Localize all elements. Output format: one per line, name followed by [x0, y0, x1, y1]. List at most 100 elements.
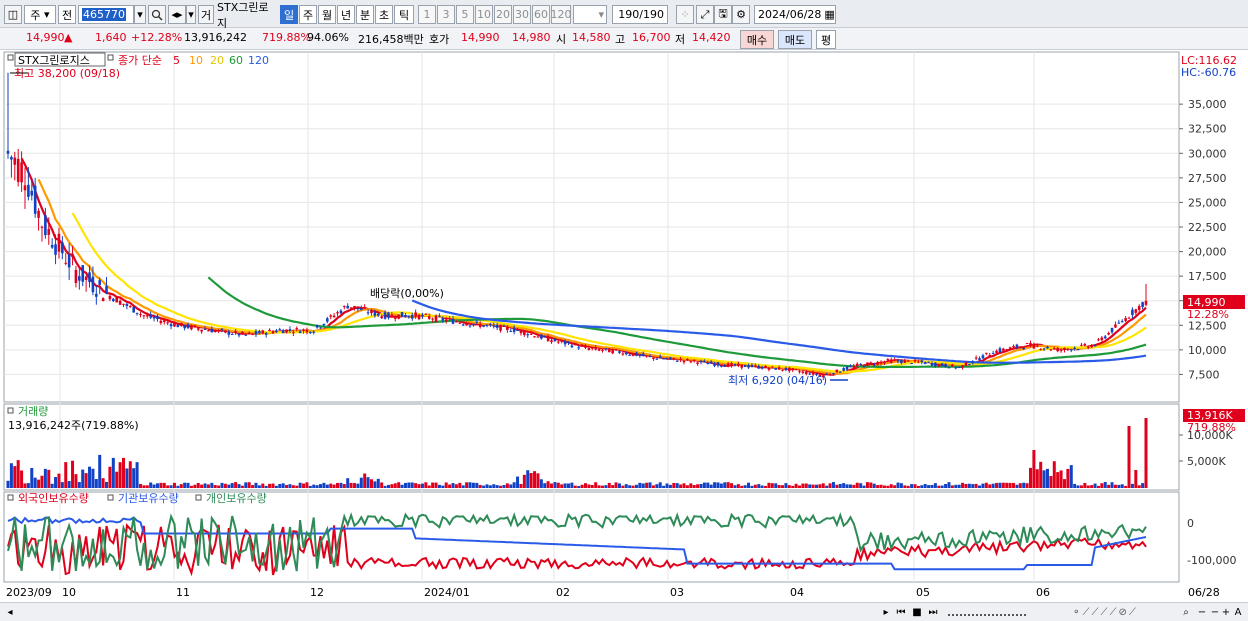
candle-body	[417, 314, 421, 320]
trade-button[interactable]: 거	[198, 5, 214, 24]
volume-bar	[369, 479, 373, 488]
period-day-tab[interactable]: 일	[280, 5, 298, 24]
stock-code-input[interactable]: 465770	[78, 5, 134, 24]
volume-bar	[135, 462, 139, 488]
candle-body	[492, 325, 496, 327]
sell-button[interactable]: 매도	[778, 30, 812, 49]
period-select[interactable]: 주 ▾	[24, 5, 56, 24]
period-minute-tab[interactable]: 분	[356, 5, 374, 24]
draw-tools-icon[interactable]: ⚬⟋⟋⟋⟋⊘⟋	[1030, 605, 1180, 620]
minus-icon[interactable]: −	[1210, 605, 1220, 620]
calendar-icon[interactable]: ▦	[824, 8, 834, 21]
hc-value: HC:-60.76	[1181, 66, 1236, 79]
zoom-slider[interactable]	[948, 608, 1026, 616]
volume-bar	[719, 483, 723, 488]
volume-bar	[468, 482, 472, 488]
volume-bar	[1012, 482, 1016, 488]
candle-body	[923, 361, 927, 364]
stop-icon[interactable]: ■	[910, 605, 924, 620]
volume-bar	[98, 454, 102, 488]
period-year-tab[interactable]: 년	[337, 5, 355, 24]
candle-body	[359, 308, 363, 311]
first-page-icon[interactable]: ⏮	[894, 605, 908, 620]
candle-body	[237, 333, 241, 336]
buy-button[interactable]: 매수	[740, 30, 774, 49]
open-label: 시	[556, 33, 567, 46]
volume-bar	[747, 482, 751, 488]
volume-bar	[553, 482, 557, 488]
interval-120[interactable]: 120	[551, 5, 572, 24]
candle-body	[757, 365, 761, 369]
interval-10[interactable]: 10	[475, 5, 493, 24]
candle-body	[985, 352, 988, 354]
zoom-out-icon[interactable]: −	[1196, 605, 1208, 620]
scroll-right-icon[interactable]: ▸	[880, 605, 892, 620]
volume-bar	[733, 485, 737, 488]
interval-5[interactable]: 5	[456, 5, 474, 24]
volume-bar	[818, 484, 822, 488]
date-input[interactable]: 2024/06/28 ▦	[754, 5, 836, 24]
candle-body	[747, 365, 750, 368]
period-week-tab[interactable]: 주	[299, 5, 317, 24]
candle-body	[1086, 346, 1090, 348]
volume-bar	[268, 483, 272, 488]
period-month-tab[interactable]: 월	[318, 5, 336, 24]
period-tick-tab[interactable]: 틱	[394, 5, 414, 24]
price-tick-label: 10,000	[1188, 344, 1227, 357]
volume-bar	[261, 483, 265, 488]
interval-1[interactable]: 1	[418, 5, 436, 24]
volume-bar	[971, 484, 975, 488]
volume-bar	[471, 482, 475, 488]
volume-bar	[784, 483, 788, 488]
draw-icon[interactable]: ⤢	[696, 5, 714, 24]
compare-icon[interactable]: ⁘	[676, 5, 694, 24]
gear-icon[interactable]: ⚙	[732, 5, 750, 24]
sound-dropdown-icon[interactable]: ▾	[186, 5, 196, 24]
volume-bar	[1035, 469, 1039, 488]
sound-icon[interactable]: ◂▸	[168, 5, 186, 24]
candle-body	[363, 307, 366, 309]
volume-bar	[611, 485, 615, 488]
candle-body	[74, 269, 78, 284]
code-dropdown-icon[interactable]: ▾	[134, 5, 146, 24]
chart-area[interactable]: 35,000 32,500 30,000 27,500 25,000 22,500 20,0…	[0, 51, 1248, 602]
font-size-icon[interactable]: A	[1232, 605, 1244, 620]
candle-body	[1134, 309, 1138, 313]
chart-canvas[interactable]: 35,000 32,500 30,000 27,500 25,000 22,500 20,0…	[0, 51, 1248, 602]
count-input[interactable]: 190/190	[612, 5, 668, 24]
volume-bar	[798, 485, 802, 488]
scroll-left-icon[interactable]: ◂	[4, 605, 16, 620]
volume-bar	[753, 484, 757, 488]
volume-bar	[376, 478, 380, 488]
candle-body	[971, 362, 975, 364]
interval-30[interactable]: 30	[513, 5, 531, 24]
volume-bar	[597, 485, 601, 488]
volume-bar	[1141, 483, 1145, 488]
chart-window-icon[interactable]: ◫	[4, 5, 22, 24]
volume-bar	[499, 485, 503, 488]
candle-body	[427, 316, 431, 319]
volume-bar	[740, 485, 744, 488]
interval-3[interactable]: 3	[437, 5, 455, 24]
interval-custom-select[interactable]: ▾	[573, 5, 607, 24]
volume-bar	[998, 482, 1002, 488]
period-second-tab[interactable]: 초	[375, 5, 393, 24]
candle-body	[740, 364, 744, 368]
volume-bar	[1001, 482, 1005, 488]
evaluate-button[interactable]: 평	[816, 30, 836, 49]
holder-tick-minus-100000: -100,000	[1187, 554, 1236, 567]
last-page-icon[interactable]: ⏭	[926, 605, 940, 620]
volume-bar	[210, 482, 214, 488]
search-icon[interactable]	[148, 5, 166, 24]
zoom-icon[interactable]: ⌕	[1180, 605, 1192, 620]
save-icon[interactable]: 🖫	[714, 5, 732, 24]
interval-20[interactable]: 20	[494, 5, 512, 24]
candle-body	[838, 371, 842, 373]
candle-body	[383, 312, 387, 319]
price-tick-label: 30,000	[1188, 147, 1227, 160]
zoom-in-icon[interactable]: +	[1220, 605, 1232, 620]
prev-button[interactable]: 전	[58, 5, 76, 24]
candle-body	[906, 360, 910, 362]
volume-bar	[889, 484, 893, 488]
interval-60[interactable]: 60	[532, 5, 550, 24]
